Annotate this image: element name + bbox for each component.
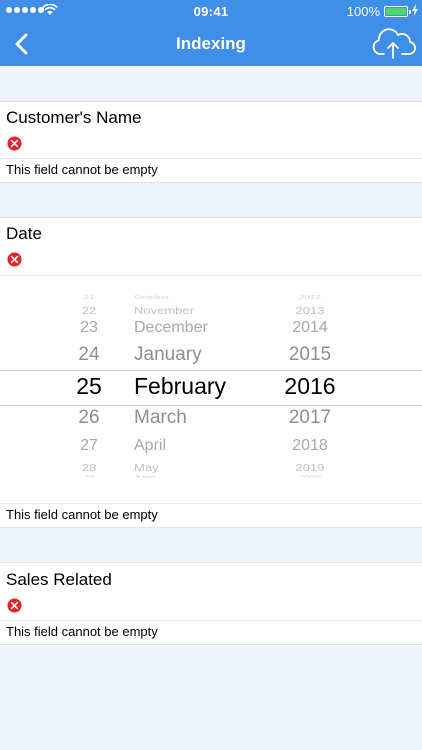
picker-day-option[interactable]: 22 bbox=[64, 305, 114, 317]
picker-day-option[interactable]: 27 bbox=[64, 437, 114, 455]
status-bar: 09:41 100% bbox=[0, 0, 422, 22]
sales-related-section: Sales Related This field cannot be empty bbox=[0, 563, 422, 644]
cloud-upload-icon[interactable] bbox=[372, 26, 416, 62]
date-picker[interactable]: 21 22 23 24 25 26 27 28 29 October November Decembe… bbox=[0, 292, 422, 478]
customer-name-section: Customer's Name This field cannot be emp… bbox=[0, 102, 422, 182]
picker-month-option[interactable]: May bbox=[134, 462, 244, 474]
field-divider bbox=[0, 503, 422, 504]
picker-month-option[interactable]: April bbox=[134, 437, 244, 455]
picker-month-selected[interactable]: February bbox=[134, 373, 244, 400]
battery-percent: 100% bbox=[346, 4, 380, 19]
error-x-icon bbox=[7, 598, 22, 613]
date-error: This field cannot be empty bbox=[6, 507, 158, 522]
picker-day-option[interactable]: 23 bbox=[64, 319, 114, 337]
picker-selection-bottom-line bbox=[0, 405, 422, 406]
field-divider bbox=[0, 158, 422, 159]
picker-day-option[interactable]: 26 bbox=[64, 407, 114, 429]
picker-month-option[interactable]: June bbox=[134, 475, 244, 478]
error-x-icon bbox=[7, 252, 22, 267]
picker-year-option[interactable]: 2015 bbox=[275, 344, 345, 366]
picker-year-option[interactable]: 2018 bbox=[275, 437, 345, 455]
navigation-header: 09:41 100% Indexing bbox=[0, 0, 422, 66]
error-x-icon bbox=[7, 136, 22, 151]
picker-day-option[interactable]: 28 bbox=[64, 462, 114, 474]
picker-year-option[interactable]: 2017 bbox=[275, 407, 345, 429]
picker-year-option[interactable]: 2014 bbox=[275, 319, 345, 337]
section-divider bbox=[0, 182, 422, 183]
customer-name-label: Customer's Name bbox=[6, 108, 142, 127]
picker-day-option[interactable]: 24 bbox=[64, 344, 114, 366]
picker-year-option[interactable]: 2020 bbox=[275, 475, 345, 478]
picker-day-option[interactable]: 29 bbox=[64, 475, 114, 478]
picker-month-option[interactable]: December bbox=[134, 319, 244, 337]
picker-year-selected[interactable]: 2016 bbox=[275, 373, 345, 400]
customer-name-error: This field cannot be empty bbox=[6, 162, 158, 177]
picker-day-option[interactable]: 21 bbox=[64, 295, 114, 301]
picker-month-option[interactable]: January bbox=[134, 344, 244, 366]
field-divider bbox=[0, 275, 422, 276]
picker-year-option[interactable]: 2019 bbox=[275, 462, 345, 474]
section-divider bbox=[0, 527, 422, 528]
picker-year-option[interactable]: 2013 bbox=[275, 305, 345, 317]
field-divider bbox=[0, 620, 422, 621]
nav-bar: Indexing bbox=[0, 22, 422, 66]
date-label: Date bbox=[6, 224, 42, 243]
charging-bolt-icon bbox=[412, 4, 418, 16]
picker-month-option[interactable]: March bbox=[134, 407, 244, 429]
picker-month-option[interactable]: October bbox=[134, 295, 244, 301]
battery-icon bbox=[384, 6, 411, 17]
section-divider bbox=[0, 644, 422, 645]
picker-selection-top-line bbox=[0, 370, 422, 371]
picker-year-option[interactable]: 2012 bbox=[275, 295, 345, 301]
sales-related-error: This field cannot be empty bbox=[6, 624, 158, 639]
page-title: Indexing bbox=[176, 34, 246, 53]
sales-related-label: Sales Related bbox=[6, 570, 112, 589]
picker-month-option[interactable]: November bbox=[134, 305, 244, 317]
picker-day-selected[interactable]: 25 bbox=[64, 373, 114, 400]
chevron-left-icon[interactable] bbox=[8, 30, 36, 58]
